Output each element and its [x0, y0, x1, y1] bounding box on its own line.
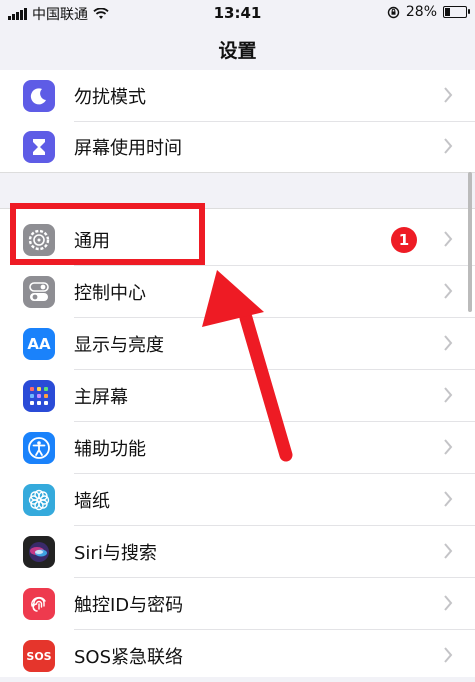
- chevron-right-icon: [444, 335, 453, 351]
- chevron-right-icon: [444, 439, 453, 455]
- settings-row-home-screen[interactable]: 主屏幕: [0, 370, 475, 422]
- scrollbar[interactable]: [468, 172, 472, 312]
- toggle-icon: [23, 276, 55, 308]
- settings-row-label: 控制中心: [74, 283, 146, 304]
- moon-icon: [23, 80, 55, 112]
- settings-row-display-brightness[interactable]: AA 显示与亮度: [0, 318, 475, 370]
- page-title: 设置: [218, 40, 257, 62]
- fingerprint-icon: [23, 588, 55, 620]
- orientation-lock-icon: [387, 6, 400, 18]
- settings-row-emergency-sos[interactable]: SOS SOS紧急联络: [0, 630, 475, 682]
- settings-row-siri-search[interactable]: Siri与搜索: [0, 526, 475, 578]
- status-bar: 中国联通 13:41 28%: [0, 0, 475, 26]
- flower-icon: [23, 484, 55, 516]
- settings-row-label: 辅助功能: [74, 439, 146, 460]
- accessibility-icon: [23, 432, 55, 464]
- settings-row-wallpaper[interactable]: 墙纸: [0, 474, 475, 526]
- settings-row-label: 墙纸: [74, 491, 110, 512]
- sos-icon: SOS: [23, 640, 55, 672]
- chevron-right-icon: [444, 595, 453, 611]
- update-badge: 1: [391, 227, 417, 253]
- chevron-right-icon: [444, 283, 453, 299]
- settings-row-label: 主屏幕: [74, 387, 128, 408]
- chevron-right-icon: [444, 138, 453, 154]
- settings-row-label: 勿扰模式: [74, 87, 146, 108]
- settings-row-label: 触控ID与密码: [74, 595, 184, 616]
- chevron-right-icon: [444, 647, 453, 663]
- settings-row-accessibility[interactable]: 辅助功能: [0, 422, 475, 474]
- home-grid-icon: [23, 380, 55, 412]
- chevron-right-icon: [444, 491, 453, 507]
- settings-row-touch-id-passcode[interactable]: 触控ID与密码: [0, 578, 475, 630]
- siri-icon: [23, 536, 55, 568]
- settings-row-do-not-disturb[interactable]: 勿扰模式: [0, 70, 475, 122]
- settings-row-label: 屏幕使用时间: [74, 138, 182, 159]
- chevron-right-icon: [444, 87, 453, 103]
- chevron-right-icon: [444, 231, 453, 247]
- sos-glyph: SOS: [26, 649, 52, 663]
- settings-row-control-center[interactable]: 控制中心: [0, 266, 475, 318]
- settings-row-label: Siri与搜索: [74, 543, 157, 564]
- settings-group-focus: 勿扰模式 屏幕使用时间: [0, 70, 475, 173]
- battery-percent: 28%: [405, 4, 437, 20]
- hourglass-icon: [23, 131, 55, 163]
- chevron-right-icon: [444, 543, 453, 559]
- settings-row-label: 显示与亮度: [74, 335, 164, 356]
- text-size-glyph: AA: [27, 335, 51, 353]
- highlight-box: [10, 203, 205, 265]
- text-size-icon: AA: [23, 328, 55, 360]
- chevron-right-icon: [444, 387, 453, 403]
- settings-row-screen-time[interactable]: 屏幕使用时间: [0, 121, 475, 173]
- settings-group-general: 通用 1 控制中心 AA 显示与亮度 主屏幕 辅助功能 墙纸 Siri与搜索 触…: [0, 208, 475, 677]
- settings-row-label: SOS紧急联络: [74, 647, 184, 668]
- battery-icon: [443, 6, 470, 18]
